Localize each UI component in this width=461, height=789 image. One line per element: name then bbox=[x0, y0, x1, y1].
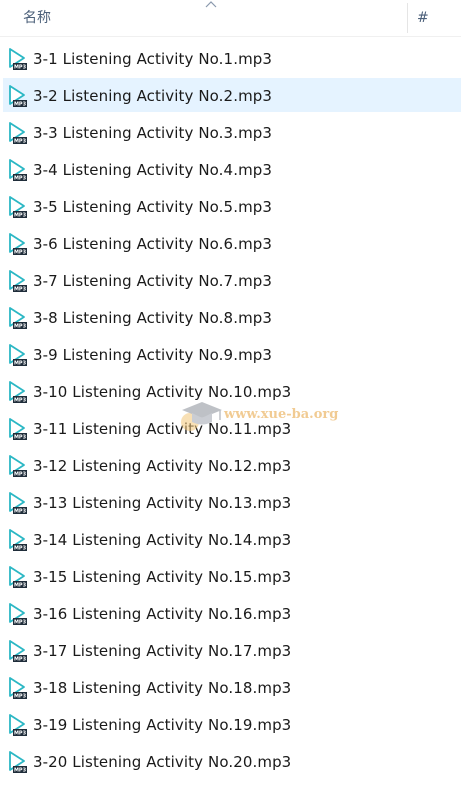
svg-text:MP3: MP3 bbox=[14, 397, 27, 403]
mp3-file-icon: MP3 bbox=[6, 638, 28, 664]
file-row[interactable]: MP3 3-6 Listening Activity No.6.mp3 bbox=[0, 225, 461, 262]
file-name: 3-5 Listening Activity No.5.mp3 bbox=[33, 197, 273, 216]
svg-text:MP3: MP3 bbox=[14, 767, 27, 773]
svg-text:MP3: MP3 bbox=[14, 101, 27, 107]
mp3-file-icon: MP3 bbox=[6, 712, 28, 738]
mp3-file-icon: MP3 bbox=[6, 675, 28, 701]
mp3-file-icon: MP3 bbox=[6, 416, 28, 442]
svg-text:MP3: MP3 bbox=[14, 286, 27, 292]
mp3-file-icon: MP3 bbox=[6, 305, 28, 331]
file-list: MP3 3-1 Listening Activity No.1.mp3 MP3 … bbox=[0, 40, 461, 780]
svg-text:MP3: MP3 bbox=[14, 656, 27, 662]
mp3-file-icon: MP3 bbox=[6, 453, 28, 479]
file-row[interactable]: MP3 3-13 Listening Activity No.13.mp3 bbox=[0, 484, 461, 521]
file-name: 3-19 Listening Activity No.19.mp3 bbox=[33, 715, 292, 734]
svg-text:MP3: MP3 bbox=[14, 693, 27, 699]
file-name: 3-15 Listening Activity No.15.mp3 bbox=[33, 567, 292, 586]
file-name: 3-7 Listening Activity No.7.mp3 bbox=[33, 271, 273, 290]
file-name: 3-6 Listening Activity No.6.mp3 bbox=[33, 234, 273, 253]
file-row[interactable]: MP3 3-14 Listening Activity No.14.mp3 bbox=[0, 521, 461, 558]
file-name: 3-11 Listening Activity No.11.mp3 bbox=[33, 419, 292, 438]
file-row[interactable]: MP3 3-11 Listening Activity No.11.mp3 bbox=[0, 410, 461, 447]
file-row[interactable]: MP3 3-4 Listening Activity No.4.mp3 bbox=[0, 151, 461, 188]
file-row[interactable]: MP3 3-12 Listening Activity No.12.mp3 bbox=[0, 447, 461, 484]
svg-text:MP3: MP3 bbox=[14, 323, 27, 329]
svg-text:MP3: MP3 bbox=[14, 249, 27, 255]
svg-text:MP3: MP3 bbox=[14, 212, 27, 218]
name-column-label: 名称 bbox=[23, 10, 51, 26]
file-row[interactable]: MP3 3-1 Listening Activity No.1.mp3 bbox=[0, 40, 461, 77]
svg-text:MP3: MP3 bbox=[14, 582, 27, 588]
mp3-file-icon: MP3 bbox=[6, 564, 28, 590]
file-name: 3-2 Listening Activity No.2.mp3 bbox=[33, 86, 273, 105]
file-row[interactable]: MP3 3-15 Listening Activity No.15.mp3 bbox=[0, 558, 461, 595]
file-name: 3-10 Listening Activity No.10.mp3 bbox=[33, 382, 292, 401]
file-name: 3-13 Listening Activity No.13.mp3 bbox=[33, 493, 292, 512]
mp3-file-icon: MP3 bbox=[6, 342, 28, 368]
svg-text:MP3: MP3 bbox=[14, 508, 27, 514]
file-name: 3-1 Listening Activity No.1.mp3 bbox=[33, 49, 273, 68]
file-name: 3-14 Listening Activity No.14.mp3 bbox=[33, 530, 292, 549]
file-row[interactable]: MP3 3-7 Listening Activity No.7.mp3 bbox=[0, 262, 461, 299]
file-row[interactable]: MP3 3-16 Listening Activity No.16.mp3 bbox=[0, 595, 461, 632]
svg-text:MP3: MP3 bbox=[14, 471, 27, 477]
number-column-label: # bbox=[417, 10, 429, 26]
svg-text:MP3: MP3 bbox=[14, 175, 27, 181]
file-name: 3-18 Listening Activity No.18.mp3 bbox=[33, 678, 292, 697]
mp3-file-icon: MP3 bbox=[6, 120, 28, 146]
svg-text:MP3: MP3 bbox=[14, 360, 27, 366]
file-row[interactable]: MP3 3-17 Listening Activity No.17.mp3 bbox=[0, 632, 461, 669]
mp3-file-icon: MP3 bbox=[6, 46, 28, 72]
sort-ascending-icon bbox=[205, 1, 217, 8]
mp3-file-icon: MP3 bbox=[6, 194, 28, 220]
file-name: 3-3 Listening Activity No.3.mp3 bbox=[33, 123, 273, 142]
mp3-file-icon: MP3 bbox=[6, 527, 28, 553]
file-explorer-pane: 名称 # MP3 3-1 Listening Activity No.1.mp3… bbox=[0, 0, 461, 789]
svg-text:MP3: MP3 bbox=[14, 545, 27, 551]
file-name: 3-4 Listening Activity No.4.mp3 bbox=[33, 160, 273, 179]
mp3-file-icon: MP3 bbox=[6, 157, 28, 183]
file-row[interactable]: MP3 3-20 Listening Activity No.20.mp3 bbox=[0, 743, 461, 780]
file-row[interactable]: MP3 3-5 Listening Activity No.5.mp3 bbox=[0, 188, 461, 225]
svg-text:MP3: MP3 bbox=[14, 619, 27, 625]
file-name: 3-9 Listening Activity No.9.mp3 bbox=[33, 345, 273, 364]
mp3-file-icon: MP3 bbox=[6, 379, 28, 405]
file-name: 3-17 Listening Activity No.17.mp3 bbox=[33, 641, 292, 660]
column-header-bar: 名称 # bbox=[0, 0, 461, 37]
file-name: 3-12 Listening Activity No.12.mp3 bbox=[33, 456, 292, 475]
mp3-file-icon: MP3 bbox=[6, 268, 28, 294]
svg-text:MP3: MP3 bbox=[14, 138, 27, 144]
svg-text:MP3: MP3 bbox=[14, 730, 27, 736]
file-name: 3-20 Listening Activity No.20.mp3 bbox=[33, 752, 292, 771]
mp3-file-icon: MP3 bbox=[6, 83, 28, 109]
file-name: 3-16 Listening Activity No.16.mp3 bbox=[33, 604, 292, 623]
file-name: 3-8 Listening Activity No.8.mp3 bbox=[33, 308, 273, 327]
number-column-header[interactable]: # bbox=[408, 0, 461, 37]
file-row[interactable]: MP3 3-18 Listening Activity No.18.mp3 bbox=[0, 669, 461, 706]
file-row[interactable]: MP3 3-2 Listening Activity No.2.mp3 bbox=[0, 77, 461, 114]
mp3-file-icon: MP3 bbox=[6, 749, 28, 775]
mp3-file-icon: MP3 bbox=[6, 601, 28, 627]
file-row[interactable]: MP3 3-8 Listening Activity No.8.mp3 bbox=[0, 299, 461, 336]
file-row[interactable]: MP3 3-9 Listening Activity No.9.mp3 bbox=[0, 336, 461, 373]
svg-text:MP3: MP3 bbox=[14, 434, 27, 440]
svg-text:MP3: MP3 bbox=[14, 64, 27, 70]
mp3-file-icon: MP3 bbox=[6, 231, 28, 257]
file-row[interactable]: MP3 3-3 Listening Activity No.3.mp3 bbox=[0, 114, 461, 151]
file-row[interactable]: MP3 3-10 Listening Activity No.10.mp3 bbox=[0, 373, 461, 410]
mp3-file-icon: MP3 bbox=[6, 490, 28, 516]
file-row[interactable]: MP3 3-19 Listening Activity No.19.mp3 bbox=[0, 706, 461, 743]
